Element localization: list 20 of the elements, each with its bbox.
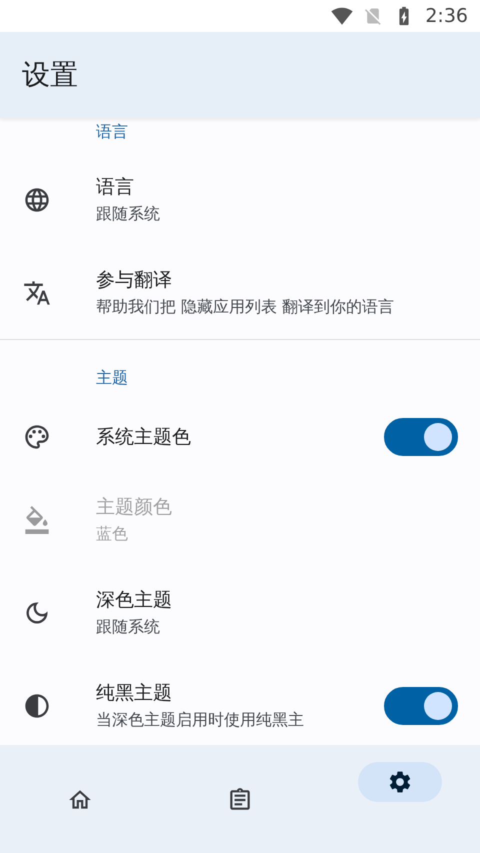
- setting-subtitle: 帮助我们把 隐藏应用列表 翻译到你的语言: [96, 297, 396, 318]
- setting-title[interactable]: 语言: [96, 174, 480, 200]
- setting-title[interactable]: 系统主题色: [96, 424, 384, 450]
- page-title: 设置: [22, 57, 78, 93]
- setting-subtitle: 蓝色: [96, 524, 129, 545]
- setting-subtitle: 跟随系统: [96, 204, 161, 225]
- setting-title[interactable]: 纯黑主题: [96, 680, 384, 706]
- nav-tab[interactable]: [358, 762, 442, 802]
- setting-subtitle: 当深色主题启用时使用纯黑主: [96, 710, 305, 731]
- section-header: 主题: [95, 367, 129, 389]
- settings-icon: [387, 769, 413, 795]
- setting-subtitle: 跟随系统: [96, 617, 161, 638]
- no-sim-icon: [363, 6, 384, 26]
- toggle-switch[interactable]: [384, 418, 458, 456]
- toggle-switch[interactable]: [384, 686, 458, 724]
- section-header: 语言: [95, 121, 129, 143]
- status-time: 2:36: [425, 5, 468, 27]
- setting-title[interactable]: 参与翻译: [96, 267, 480, 293]
- setting-title[interactable]: 深色主题: [96, 587, 480, 613]
- wifi-icon: [331, 5, 354, 27]
